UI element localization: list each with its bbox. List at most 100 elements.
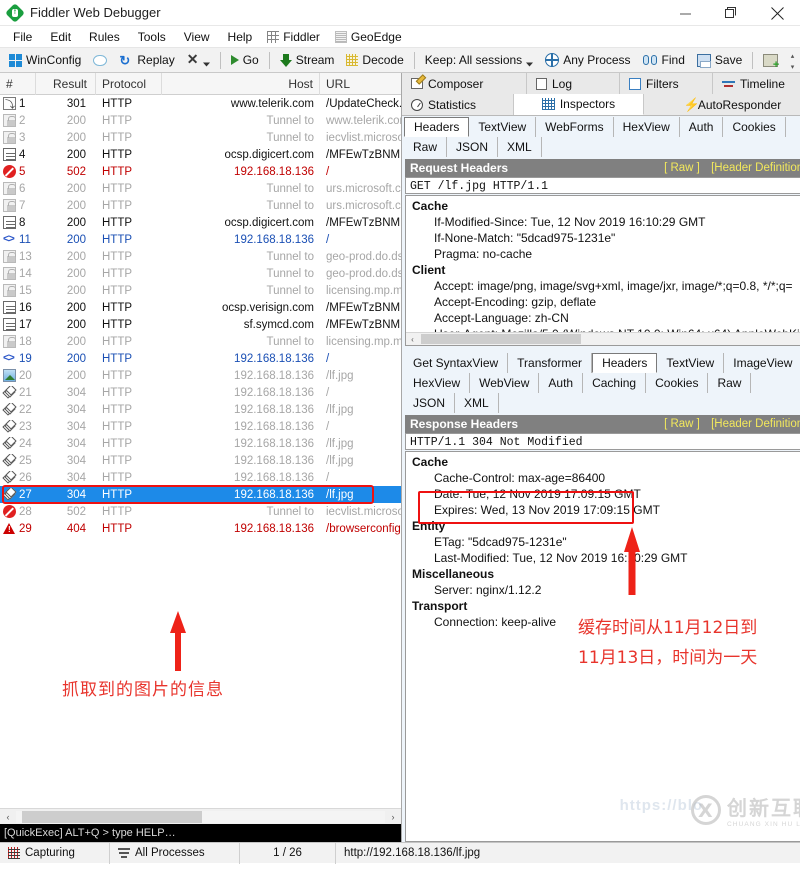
response-tab-hexview[interactable]: HexView bbox=[404, 373, 471, 393]
header-item[interactable]: If-Modified-Since: Tue, 12 Nov 2019 16:1… bbox=[412, 214, 800, 230]
header-item[interactable]: Accept-Encoding: gzip, deflate bbox=[412, 294, 800, 310]
table-row[interactable]: 6 200 HTTP Tunnel to urs.microsoft.com:443 bbox=[0, 180, 401, 197]
table-row[interactable]: 23 304 HTTP 192.168.18.136 / bbox=[0, 418, 401, 435]
header-item[interactable]: Server: nginx/1.12.2 bbox=[412, 582, 800, 598]
menu-item-fiddler[interactable]: Fiddler bbox=[261, 28, 329, 46]
winconfig-button[interactable]: WinConfig bbox=[3, 51, 87, 69]
tab-autoresponder[interactable]: ⚡ AutoResponder bbox=[644, 94, 800, 115]
menu-item-file[interactable]: File bbox=[4, 28, 41, 46]
request-tab-xml[interactable]: XML bbox=[498, 137, 542, 157]
toolbar-overflow-arrows[interactable]: ▴ ▾ bbox=[786, 50, 799, 72]
response-raw-link[interactable]: [ Raw ] bbox=[664, 418, 700, 430]
response-header-definitions-link[interactable]: [Header Definitions] bbox=[711, 418, 800, 430]
keep-sessions-dropdown[interactable]: Keep: All sessions bbox=[419, 51, 539, 69]
response-tab-webview[interactable]: WebView bbox=[470, 373, 540, 393]
table-row[interactable]: 5 502 HTTP 192.168.18.136 / bbox=[0, 163, 401, 180]
menu-item-edit[interactable]: Edit bbox=[41, 28, 80, 46]
request-tab-cookies[interactable]: Cookies bbox=[723, 117, 786, 137]
menu-item-rules[interactable]: Rules bbox=[80, 28, 129, 46]
request-tab-headers[interactable]: Headers bbox=[404, 117, 470, 137]
comment-button[interactable] bbox=[87, 53, 113, 68]
header-item[interactable]: Expires: Wed, 13 Nov 2019 17:09:15 GMT bbox=[412, 502, 800, 518]
scroll-right-icon[interactable]: › bbox=[385, 812, 401, 822]
table-row[interactable]: <> 11 200 HTTP 192.168.18.136 / bbox=[0, 231, 401, 248]
column-header-protocol[interactable]: Protocol bbox=[96, 72, 162, 95]
hscroll-thumb[interactable] bbox=[22, 810, 202, 823]
find-button[interactable]: Find bbox=[637, 51, 691, 69]
header-item[interactable]: If-None-Match: "5dcad975-1231e" bbox=[412, 230, 800, 246]
header-item[interactable]: Date: Tue, 12 Nov 2019 17:09:15 GMT bbox=[412, 486, 800, 502]
request-header-definitions-link[interactable]: [Header Definitions] bbox=[711, 162, 800, 174]
scroll-left-icon[interactable]: ‹ bbox=[406, 335, 419, 344]
hscroll-track[interactable] bbox=[16, 810, 385, 823]
minimize-icon[interactable] bbox=[662, 0, 708, 26]
replay-button[interactable]: ↻ Replay bbox=[113, 51, 180, 69]
tab-timeline[interactable]: Timeline bbox=[713, 73, 794, 94]
table-row[interactable]: 15 200 HTTP Tunnel to licensing.mp.microsoft… bbox=[0, 282, 401, 299]
remove-button[interactable]: ✕ bbox=[181, 52, 216, 68]
request-tab-hexview[interactable]: HexView bbox=[614, 117, 680, 137]
any-process-button[interactable]: Any Process bbox=[539, 51, 636, 69]
table-row[interactable]: 2 200 HTTP Tunnel to www.telerik.com:443 bbox=[0, 112, 401, 129]
table-row[interactable]: 4 200 HTTP ocsp.digicert.com/MFEwTzBNMEswST… bbox=[0, 146, 401, 163]
request-tab-raw[interactable]: Raw bbox=[404, 137, 448, 157]
request-headers-body[interactable]: Cache If-Modified-Since: Tue, 12 Nov 2019… bbox=[405, 195, 800, 346]
status-processes[interactable]: All Processes bbox=[110, 842, 240, 864]
table-row[interactable]: 14 200 HTTP Tunnel to geo-prod.do.dsp.mp.mic… bbox=[0, 265, 401, 282]
table-row[interactable]: 1 301 HTTP www.telerik.com/UpdateCheck.aspx… bbox=[0, 95, 401, 112]
response-tab-json[interactable]: JSON bbox=[404, 393, 456, 413]
decode-button[interactable]: Decode bbox=[340, 51, 409, 69]
stream-button[interactable]: Stream bbox=[274, 51, 341, 69]
header-item[interactable]: Accept: image/png, image/svg+xml, image/… bbox=[412, 278, 800, 294]
column-header-url[interactable]: URL bbox=[320, 73, 401, 95]
table-row[interactable]: 3 200 HTTP Tunnel to iecvlist.microsoft.com:… bbox=[0, 129, 401, 146]
header-item[interactable]: Accept-Language: zh-CN bbox=[412, 310, 800, 326]
request-tab-webforms[interactable]: WebForms bbox=[536, 117, 614, 137]
header-item[interactable]: Last-Modified: Tue, 12 Nov 2019 16:10:29… bbox=[412, 550, 800, 566]
table-row[interactable]: 13 200 HTTP Tunnel to geo-prod.do.dsp.mp.mic… bbox=[0, 248, 401, 265]
table-row[interactable]: 25 304 HTTP 192.168.18.136/lf.jpg bbox=[0, 452, 401, 469]
table-row[interactable]: 24 304 HTTP 192.168.18.136/lf.jpg bbox=[0, 435, 401, 452]
table-row[interactable]: 17 200 HTTP sf.symcd.com/MFEwTzBNMEswSTAJBg… bbox=[0, 316, 401, 333]
column-header-num[interactable]: # bbox=[0, 72, 36, 95]
restore-icon[interactable] bbox=[708, 0, 754, 26]
tab-statistics[interactable]: Statistics bbox=[402, 94, 514, 115]
table-row[interactable]: <> 19 200 HTTP 192.168.18.136 / bbox=[0, 350, 401, 367]
request-hscrollbar[interactable]: ‹ › bbox=[406, 332, 800, 345]
request-tab-textview[interactable]: TextView bbox=[469, 117, 537, 137]
table-row[interactable]: 28 502 HTTP Tunnel to iecvlist.microsoft.com… bbox=[0, 503, 401, 520]
table-row[interactable]: 21 304 HTTP 192.168.18.136 / bbox=[0, 384, 401, 401]
response-tab-headers[interactable]: Headers bbox=[592, 353, 658, 373]
header-item[interactable]: Pragma: no-cache bbox=[412, 246, 800, 262]
header-item[interactable]: Cache-Control: max-age=86400 bbox=[412, 470, 800, 486]
table-row[interactable]: 29 404 HTTP 192.168.18.136/browserconfig.xm… bbox=[0, 520, 401, 537]
go-button[interactable]: Go bbox=[225, 51, 265, 69]
response-tab-auth[interactable]: Auth bbox=[539, 373, 584, 393]
tab-composer[interactable]: Composer bbox=[402, 73, 527, 94]
tab-log[interactable]: Log bbox=[527, 73, 620, 94]
menu-item-geoedge[interactable]: GeoEdge bbox=[329, 28, 411, 46]
close-icon[interactable] bbox=[754, 0, 800, 26]
status-capturing[interactable]: Capturing bbox=[0, 842, 110, 864]
snapshot-button[interactable] bbox=[757, 52, 784, 70]
table-row[interactable]: 18 200 HTTP Tunnel to licensing.mp.microsoft… bbox=[0, 333, 401, 350]
quickexec-input[interactable]: [QuickExec] ALT+Q > type HELP… bbox=[0, 824, 401, 842]
menu-item-tools[interactable]: Tools bbox=[129, 28, 175, 46]
scroll-left-icon[interactable]: ‹ bbox=[0, 812, 16, 822]
column-header-result[interactable]: Result bbox=[36, 72, 96, 95]
menu-item-view[interactable]: View bbox=[175, 28, 219, 46]
response-tab-textview[interactable]: TextView bbox=[657, 353, 725, 373]
table-row[interactable]: 27 304 HTTP 192.168.18.136/lf.jpg bbox=[0, 486, 401, 503]
request-tab-auth[interactable]: Auth bbox=[680, 117, 724, 137]
menu-item-help[interactable]: Help bbox=[219, 28, 262, 46]
request-raw-link[interactable]: [ Raw ] bbox=[664, 162, 700, 174]
save-button[interactable]: Save bbox=[691, 51, 748, 69]
response-tab-caching[interactable]: Caching bbox=[583, 373, 647, 393]
column-header-host[interactable]: Host bbox=[162, 72, 320, 95]
session-list[interactable]: 1 301 HTTP www.telerik.com/UpdateCheck.aspx… bbox=[0, 95, 401, 808]
table-row[interactable]: 22 304 HTTP 192.168.18.136/lf.jpg bbox=[0, 401, 401, 418]
response-tab-get-syntaxview[interactable]: Get SyntaxView bbox=[404, 353, 509, 373]
tab-filters[interactable]: Filters bbox=[620, 73, 713, 94]
response-tab-raw[interactable]: Raw bbox=[708, 373, 752, 393]
request-hscroll-track[interactable] bbox=[419, 334, 800, 344]
